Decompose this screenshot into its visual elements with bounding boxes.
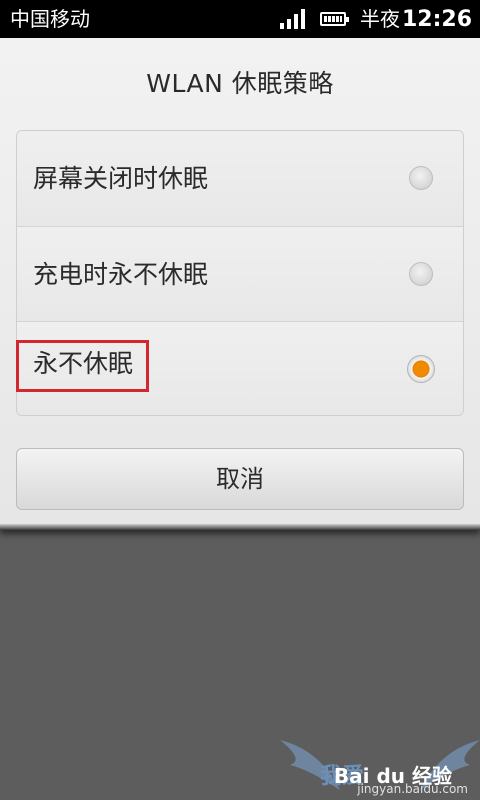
time: 12:26: [401, 6, 472, 32]
radio-button-icon[interactable]: [409, 262, 433, 286]
carrier-name: 中国移动: [10, 7, 90, 31]
watermark-url: jingyan.baidu.com: [357, 782, 468, 796]
clock: 半夜12:26: [360, 5, 472, 34]
radio-button-icon[interactable]: [409, 166, 433, 190]
option-never-sleep-when-charging[interactable]: 充电时永不休眠: [17, 226, 463, 321]
status-bar: 中国移动 半夜12:26: [0, 0, 480, 38]
signal-icon: [279, 9, 308, 29]
highlight-box: [16, 340, 149, 392]
option-sleep-when-screen-off[interactable]: 屏幕关闭时休眠: [17, 131, 463, 226]
battery-icon: [319, 12, 349, 26]
time-period: 半夜: [359, 6, 400, 31]
option-label: 屏幕关闭时休眠: [33, 164, 209, 193]
dialog-title: WLAN 休眠策略: [146, 69, 334, 98]
radio-button-checked-icon[interactable]: [407, 355, 435, 383]
cancel-button[interactable]: 取消: [16, 448, 464, 510]
status-right: 半夜12:26: [279, 5, 472, 34]
option-label: 充电时永不休眠: [33, 260, 209, 289]
watermark: 我爱 Bai du 经验 jingyan.baidu.com: [250, 720, 480, 800]
sleep-policy-dialog: WLAN 休眠策略 屏幕关闭时休眠 充电时永不休眠 永不休眠 取消: [0, 38, 480, 530]
